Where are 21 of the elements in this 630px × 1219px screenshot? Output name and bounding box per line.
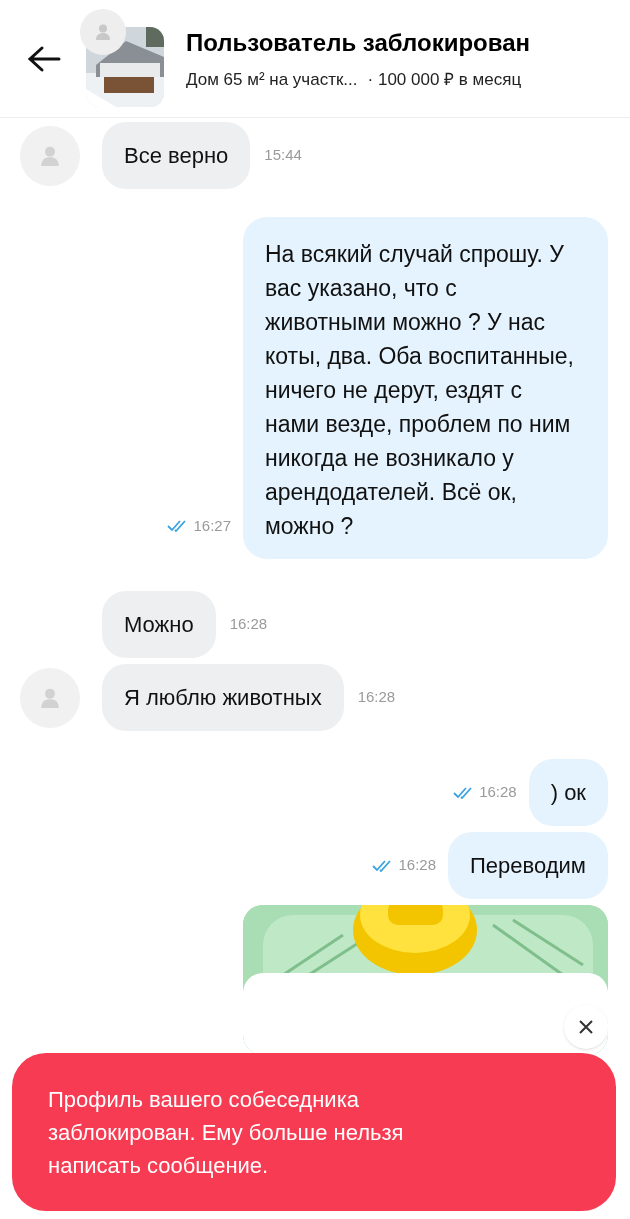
message-bubble: Переводим — [448, 832, 608, 899]
message-time: 16:28 — [357, 687, 396, 708]
message-time: 16:28 — [479, 782, 517, 803]
toast-message: Профиль вашего собеседника заблокирован. Ему больше нельзя написать сообщение. — [48, 1086, 405, 1180]
person-icon — [41, 145, 59, 166]
message-time: 16:28 — [229, 614, 268, 635]
person-icon — [96, 23, 110, 40]
listing-price: · 100 000 ₽ в месяц — [367, 68, 522, 91]
message-bubble: Можно — [102, 591, 216, 658]
message-bubble: ) ок — [528, 759, 608, 826]
message-time: 16:28 — [398, 855, 437, 876]
message-time: 16:27 — [193, 515, 231, 536]
person-icon — [41, 687, 59, 708]
close-icon — [579, 1020, 593, 1034]
message-bubble: На всякий случай спрошу. У вас указано, что с животными можно ? У нас коты, два. Оба воспитанные, ничего не дерут, ездят с нами везде, проблем по ним никогда не возникало у арендодателей. Всё ок, можно ? — [243, 217, 608, 559]
message-bubble: Все верно — [102, 122, 251, 189]
message-time: 15:44 — [264, 145, 302, 166]
listing-title[interactable]: Дом 65 м² на участк... — [186, 66, 358, 93]
back-arrow-icon — [27, 44, 61, 73]
message-bubble: Я люблю животных — [102, 664, 344, 731]
chat-title: Пользователь заблокирован — [186, 27, 530, 58]
